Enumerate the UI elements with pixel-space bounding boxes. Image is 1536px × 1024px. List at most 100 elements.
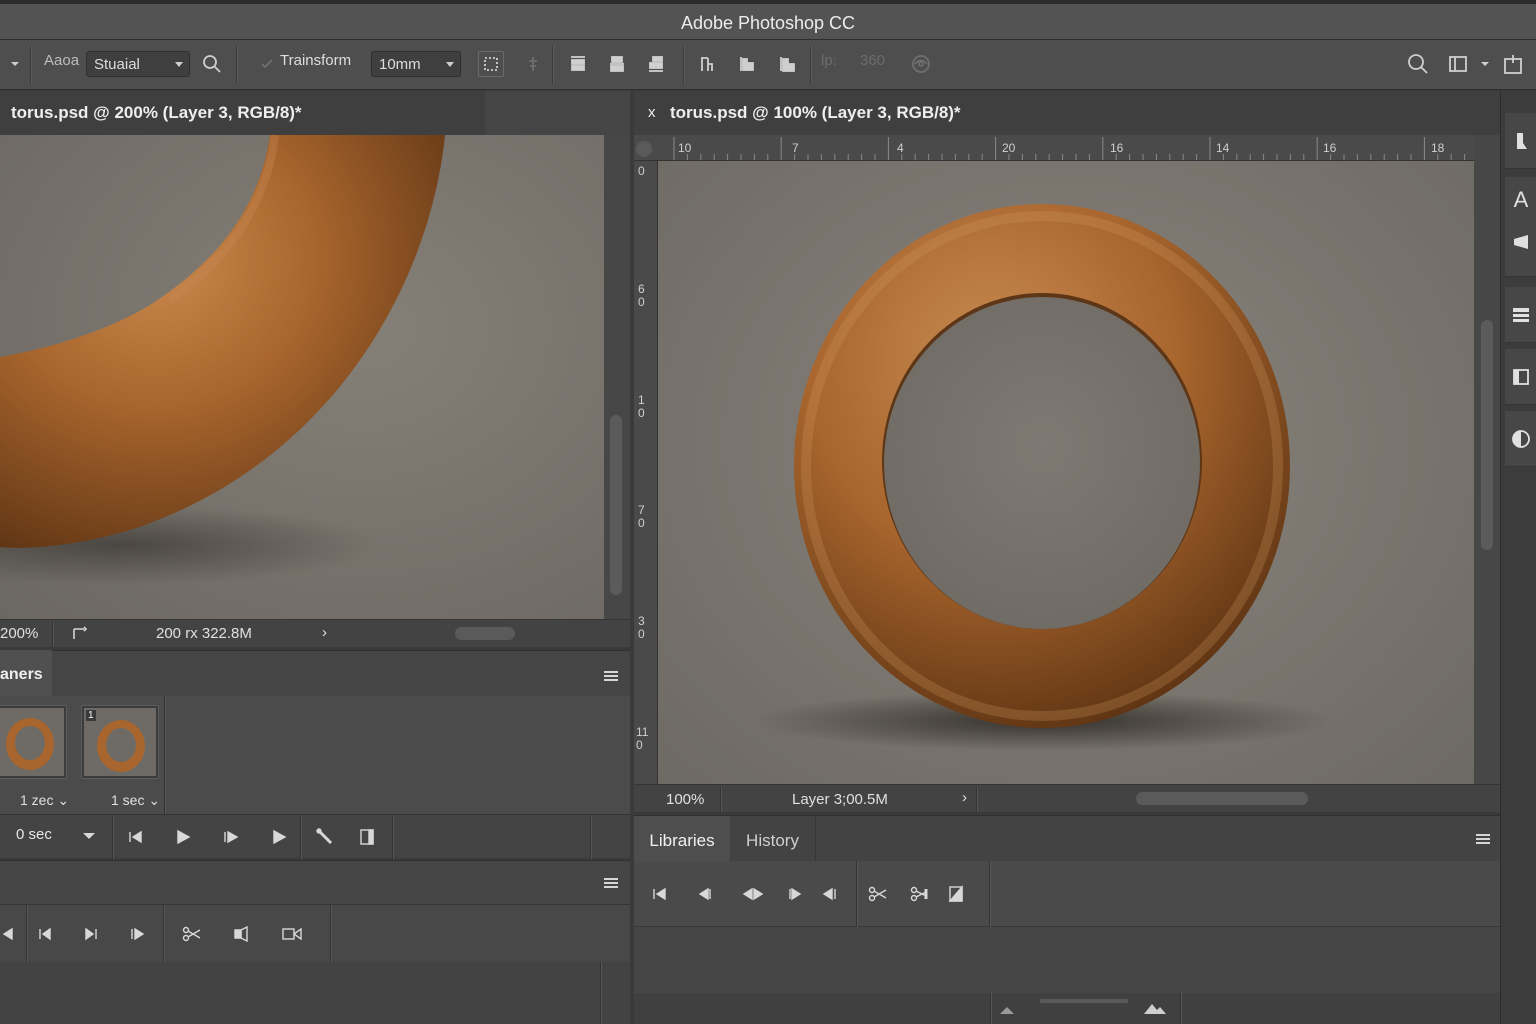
right-status-bar: 100% Layer 3;00.5M › [634,784,1500,812]
scissors-icon[interactable] [865,881,891,907]
tab-libraries[interactable]: Libraries [634,816,730,862]
left-canvas[interactable] [0,135,604,619]
scroll-thumb[interactable] [610,415,622,595]
tab-history[interactable]: History [730,816,816,862]
align-right-edges-icon[interactable] [774,51,800,77]
distribute-icon[interactable] [520,51,546,77]
align-left-edges-icon[interactable] [695,51,721,77]
panel-menu-icon[interactable] [1476,834,1490,844]
horizontal-scroll-thumb[interactable] [455,627,515,640]
tool-preset-dropdown[interactable] [2,51,28,77]
step-forward-icon[interactable] [782,881,808,907]
next-frame-icon[interactable] [218,824,244,850]
layers-icon[interactable] [1505,287,1536,343]
ruler-label: 1 0 [638,393,645,420]
chevron-right-icon[interactable]: › [962,789,967,806]
title-bar: Adobe Photoshop CC [0,0,1536,40]
new-snapshot-icon[interactable] [943,881,969,907]
right-canvas[interactable] [658,161,1474,784]
properties-icon[interactable] [1505,349,1536,405]
libraries-footer [634,993,1500,1024]
share-icon[interactable] [1500,51,1526,77]
small-mountain-icon[interactable] [994,997,1020,1023]
font-style-value: Stuaial [94,56,140,73]
chevron-right-icon[interactable]: › [322,624,327,641]
ruler-label: 6 0 [638,282,645,309]
thumbnail-size-slider[interactable] [1040,999,1128,1003]
history-list [634,927,1500,993]
brush-settings-icon[interactable] [1505,113,1536,169]
horizontal-scroll-thumb[interactable] [1136,792,1308,805]
zoom-level[interactable]: 100% [666,791,704,808]
step-forward-icon[interactable] [78,921,104,947]
ruler-label: 10 [678,141,692,155]
search-icon[interactable] [1405,51,1431,77]
right-vertical-scrollbar[interactable] [1474,135,1500,784]
scroll-thumb[interactable] [1481,320,1493,550]
font-style-dropdown[interactable]: Stuaial [86,51,190,77]
size-dropdown[interactable]: 10mm [371,51,461,77]
first-frame-icon[interactable] [122,824,148,850]
horizontal-ruler[interactable]: 10 7 4 20 16 14 16 18 [634,135,1474,161]
animation-frame[interactable] [0,706,66,778]
adjustments-icon[interactable] [1505,411,1536,467]
rewind-icon[interactable] [816,881,842,907]
go-to-start-icon[interactable] [646,881,672,907]
workspace-icon[interactable] [1445,51,1471,77]
close-icon[interactable]: x [648,104,656,121]
tween-icon[interactable] [312,824,338,850]
right-document-tab[interactable]: x torus.psd @ 100% (Layer 3, RGB/8)* [634,91,1500,135]
chevron-down-icon [175,62,183,67]
3d-rotate-icon[interactable] [908,51,934,77]
frame-delay[interactable]: 1 zec ⌄ [20,792,69,809]
type-icon: A [1513,187,1529,212]
right-document-title: torus.psd @ 100% (Layer 3, RGB/8)* [670,103,961,122]
animation-frame[interactable]: 1 [82,706,158,778]
frames-controls: 0 sec [0,814,630,859]
ruler-label: 3 0 [638,614,645,641]
play-icon[interactable] [170,824,196,850]
align-vcenter-icon[interactable] [604,51,630,77]
ruler-origin[interactable] [636,141,652,157]
frames-panel-header [0,650,630,696]
duplicate-frame-icon[interactable] [354,824,380,850]
play-icon[interactable] [266,824,292,850]
loop-value[interactable]: 0 sec [16,826,52,843]
character-panel-icon[interactable]: A [1505,177,1536,277]
ruler-label: 16 [1110,141,1124,155]
ruler-ticks [673,137,1466,160]
bounding-box-icon[interactable] [478,51,504,77]
left-document-tab[interactable]: torus.psd @ 200% (Layer 3, RGB/8)* [0,91,485,135]
scissors-icon[interactable] [179,921,205,947]
frame-delay[interactable]: 1 sec ⌄ [111,792,160,809]
align-hcenter-icon[interactable] [734,51,760,77]
frame-thumbnail [6,718,54,770]
cut-clip-icon[interactable] [907,881,933,907]
previous-icon[interactable] [0,921,20,947]
transform-label[interactable]: Trainsform [280,52,351,69]
chevron-down-icon[interactable] [82,828,96,846]
search-icon[interactable] [199,51,225,77]
align-bottom-icon[interactable] [643,51,669,77]
chevron-down-icon[interactable] [1472,51,1498,77]
step-back-icon[interactable] [691,881,717,907]
align-top-icon[interactable] [565,51,591,77]
refresh-icon[interactable] [70,623,90,647]
transition-icon[interactable] [228,921,254,947]
frames-tab[interactable]: aners [0,650,52,696]
bidirectional-icon[interactable] [740,881,766,907]
step-back-icon[interactable] [32,921,58,947]
angle-value[interactable]: 360 [860,52,885,69]
check-icon[interactable] [254,51,280,77]
timeline-panel-header [0,860,630,904]
chevron-down-icon [446,62,454,67]
panel-menu-icon[interactable] [604,671,618,681]
panel-menu-icon[interactable] [604,878,618,888]
ruler-label: 20 [1002,141,1016,155]
video-icon[interactable] [279,921,305,947]
large-mountain-icon[interactable] [1142,995,1168,1021]
next-frame-icon[interactable] [124,921,150,947]
left-vertical-scrollbar[interactable] [604,135,630,619]
zoom-level[interactable]: 200% [0,625,38,642]
vertical-ruler[interactable]: 0 6 0 1 0 7 0 3 0 11 0 [634,161,658,784]
